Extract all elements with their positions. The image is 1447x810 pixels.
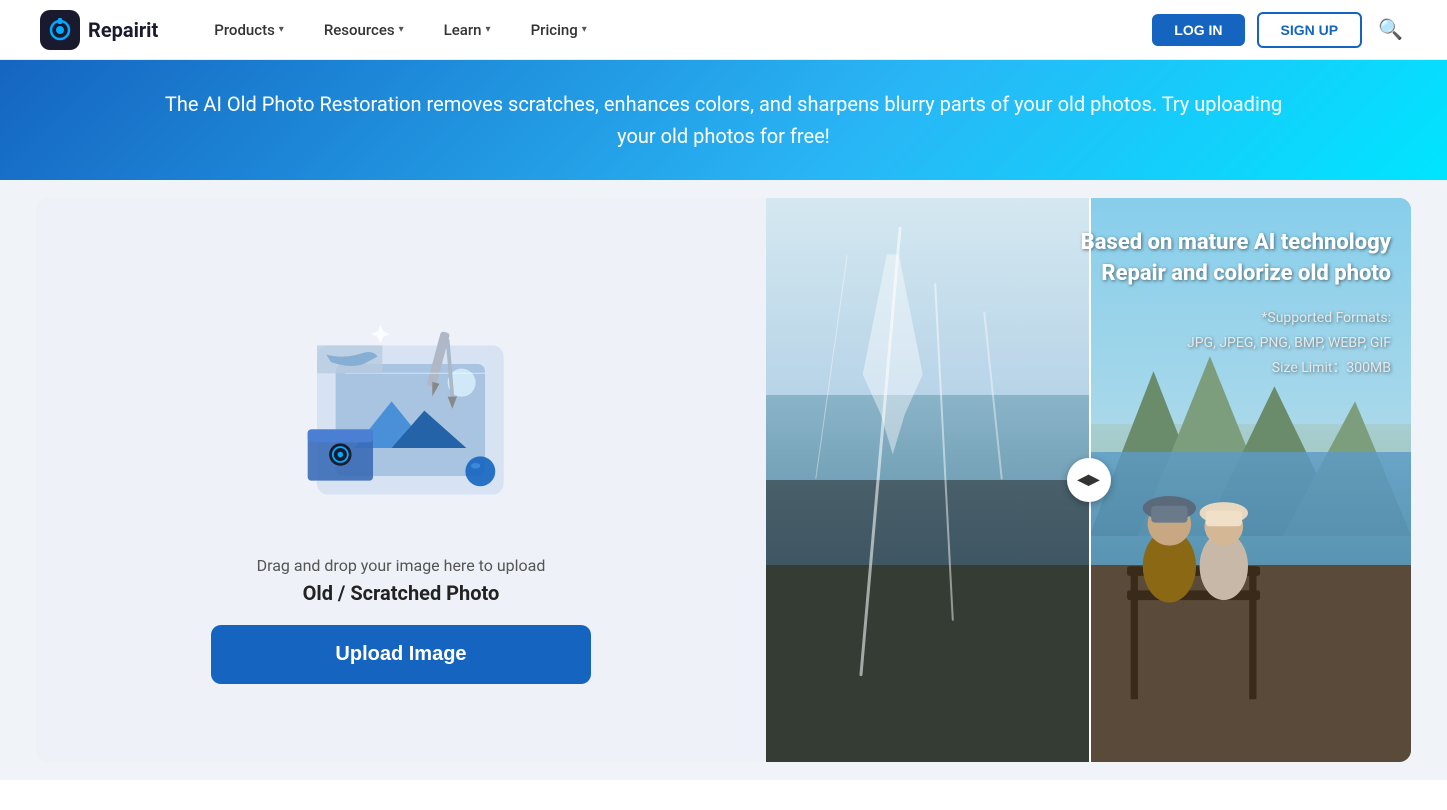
upload-text-area: Drag and drop your image here to upload … xyxy=(257,556,546,605)
logo-icon xyxy=(40,10,80,50)
promo-banner: The AI Old Photo Restoration removes scr… xyxy=(0,60,1447,180)
overlay-title: Based on mature AI technology Repair and… xyxy=(1081,228,1391,290)
banner-text: The AI Old Photo Restoration removes scr… xyxy=(124,88,1324,152)
logo[interactable]: Repairit xyxy=(40,10,158,50)
comparison-image: ◀▶ Based on mature AI technology Repair … xyxy=(766,198,1411,762)
learn-chevron-icon: ▾ xyxy=(486,24,491,35)
signup-button[interactable]: SIGN UP xyxy=(1257,12,1363,48)
old-photo xyxy=(766,198,1089,762)
nav-learn[interactable]: Learn ▾ xyxy=(428,13,507,47)
nav-products[interactable]: Products ▾ xyxy=(198,13,300,47)
overlay-text-panel: Based on mature AI technology Repair and… xyxy=(1081,228,1391,381)
resources-chevron-icon: ▾ xyxy=(399,24,404,35)
search-icon: 🔍 xyxy=(1378,19,1403,41)
photo-type-text: Old / Scratched Photo xyxy=(257,581,546,605)
pricing-chevron-icon: ▾ xyxy=(582,24,587,35)
upload-panel: Drag and drop your image here to upload … xyxy=(36,198,766,762)
header: Repairit Products ▾ Resources ▾ Learn ▾ … xyxy=(0,0,1447,60)
upload-image-button[interactable]: Upload Image xyxy=(211,625,591,684)
logo-text: Repairit xyxy=(88,18,158,42)
main-content: Drag and drop your image here to upload … xyxy=(0,180,1447,780)
products-chevron-icon: ▾ xyxy=(279,24,284,35)
upload-illustration xyxy=(251,276,551,536)
login-button[interactable]: LOG IN xyxy=(1152,14,1244,46)
overlay-formats: *Supported Formats: JPG, JPEG, PNG, BMP,… xyxy=(1081,306,1391,382)
drag-drop-text: Drag and drop your image here to upload xyxy=(257,556,546,575)
slider-arrows-icon: ◀▶ xyxy=(1078,472,1100,488)
before-after-panel: ◀▶ Based on mature AI technology Repair … xyxy=(766,198,1411,762)
search-button[interactable]: 🔍 xyxy=(1374,13,1407,46)
header-actions: LOG IN SIGN UP 🔍 xyxy=(1152,12,1407,48)
nav-resources[interactable]: Resources ▾ xyxy=(308,13,420,47)
comparison-slider-button[interactable]: ◀▶ xyxy=(1067,458,1111,502)
nav-pricing[interactable]: Pricing ▾ xyxy=(515,13,603,47)
main-nav: Products ▾ Resources ▾ Learn ▾ Pricing ▾ xyxy=(198,13,1152,47)
